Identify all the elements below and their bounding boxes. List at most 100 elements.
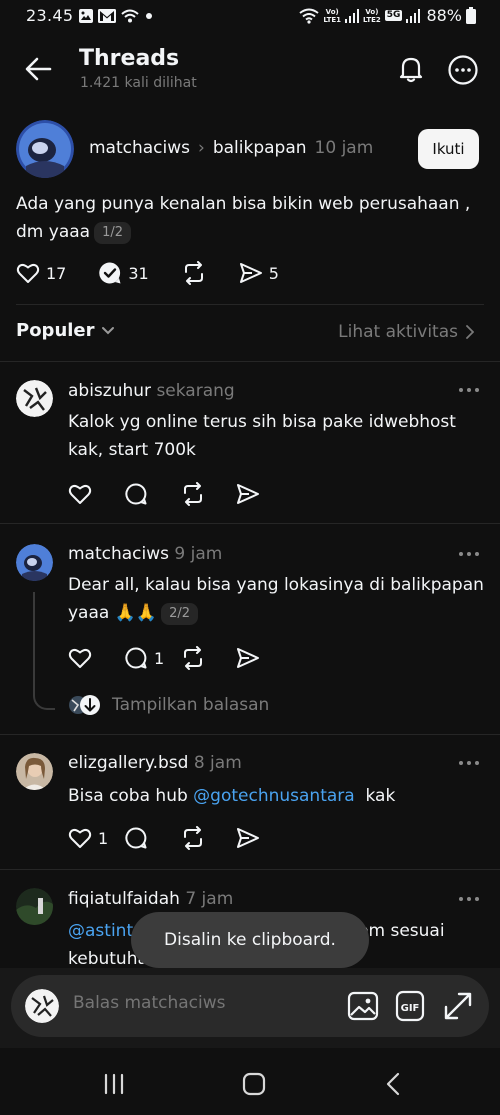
part-indicator: 1/2 — [94, 222, 131, 244]
gallery-icon — [78, 8, 94, 24]
image-icon[interactable] — [347, 991, 379, 1021]
wifi-icon — [299, 8, 319, 24]
comment-button[interactable] — [124, 826, 180, 850]
reply-username[interactable]: matchaciws — [68, 544, 169, 564]
like-button[interactable] — [68, 647, 124, 669]
reply-actions — [68, 482, 292, 506]
post-actions: 17 31 5 — [16, 261, 311, 285]
reply-username[interactable]: elizgallery.bsd — [68, 753, 188, 773]
repost-icon — [180, 646, 206, 670]
reply-time: 7 jam — [185, 889, 234, 909]
top-app-bar: Threads 1.421 kali dilihat — [0, 34, 500, 106]
share-count: 5 — [268, 263, 279, 283]
sort-label: Populer — [16, 320, 95, 341]
repost-icon — [180, 482, 206, 506]
reply-username[interactable]: fiqiatulfaidah — [68, 889, 180, 909]
post-text: Ada yang punya kenalan bisa bikin web pe… — [16, 194, 471, 242]
avatar — [25, 989, 59, 1023]
divider — [0, 734, 500, 735]
bell-icon[interactable] — [396, 54, 426, 84]
reply-button[interactable]: 31 — [98, 261, 149, 285]
avatar[interactable] — [16, 753, 53, 790]
gif-icon[interactable]: GIF — [395, 990, 425, 1022]
divider — [16, 304, 484, 305]
reply-text: Kalok yg online terus sih bisa pake idwe… — [68, 412, 456, 460]
repost-button[interactable] — [180, 482, 236, 506]
more-options-icon[interactable] — [457, 894, 481, 904]
reply-actions: 1 — [68, 826, 292, 850]
share-button[interactable] — [236, 483, 292, 505]
more-options-icon[interactable] — [457, 758, 481, 768]
repost-button[interactable] — [181, 261, 207, 285]
like-button[interactable] — [68, 483, 124, 505]
heart-icon — [68, 827, 92, 849]
status-bar: 23.45 Vo) LTE1 Vo) LTE2 5G 88% — [0, 0, 500, 34]
notification-dot-icon — [144, 11, 154, 21]
gmail-icon — [98, 9, 116, 23]
comment-count: 1 — [154, 648, 165, 668]
share-button[interactable] — [236, 647, 292, 669]
view-count: 1.421 kali dilihat — [80, 75, 197, 91]
sim1-label: Vo) LTE1 — [323, 7, 342, 24]
network-type-badge: 5G — [384, 10, 403, 21]
signal-icon — [345, 8, 360, 23]
comment-button[interactable] — [124, 482, 180, 506]
reply-avatars-icon — [68, 694, 102, 716]
more-options-icon[interactable] — [457, 385, 481, 395]
repost-icon — [180, 826, 206, 850]
more-options-icon[interactable] — [457, 549, 481, 559]
reply-body: Dear all, kalau bisa yang lokasinya di b… — [68, 571, 488, 627]
page-title: Threads — [79, 46, 180, 71]
sim2-label: Vo) LTE2 — [363, 7, 381, 24]
part-indicator: 2/2 — [161, 603, 198, 625]
back-nav-icon[interactable] — [380, 1072, 408, 1096]
reply-time: sekarang — [156, 381, 235, 401]
share-button[interactable] — [236, 827, 292, 849]
home-icon[interactable] — [240, 1072, 268, 1096]
sort-dropdown[interactable]: Populer — [16, 320, 115, 341]
show-replies-button[interactable]: Tampilkan balasan — [68, 694, 269, 716]
post-time: 10 jam — [314, 138, 374, 158]
avatar[interactable] — [16, 544, 53, 581]
avatar[interactable] — [16, 888, 53, 925]
recent-apps-icon[interactable] — [100, 1072, 128, 1096]
signal-icon — [406, 8, 421, 23]
post-location[interactable]: balikpapan — [213, 138, 307, 158]
post-username[interactable]: matchaciws — [89, 138, 190, 158]
chevron-right-icon: › — [198, 138, 205, 158]
avatar[interactable] — [16, 120, 74, 178]
reply-input[interactable] — [73, 993, 333, 1013]
thread-connector — [33, 592, 55, 710]
share-button[interactable]: 5 — [239, 262, 279, 284]
more-options-icon[interactable] — [447, 54, 479, 86]
avatar[interactable] — [16, 380, 53, 417]
repost-button[interactable] — [180, 826, 236, 850]
follow-button[interactable]: Ikuti — [418, 129, 479, 169]
reply-time: 9 jam — [174, 544, 223, 564]
send-icon — [236, 647, 260, 669]
reply-composer: GIF — [11, 975, 489, 1037]
view-activity-link[interactable]: Lihat aktivitas — [338, 322, 474, 342]
battery-icon — [466, 7, 476, 24]
divider — [0, 523, 500, 524]
send-icon — [239, 262, 263, 284]
wifi-calling-icon — [120, 8, 140, 24]
mention-link[interactable]: @gotechnusantara — [193, 786, 355, 806]
like-count: 1 — [98, 828, 109, 848]
chevron-down-icon — [101, 326, 115, 336]
comment-icon — [124, 482, 148, 506]
svg-text:GIF: GIF — [401, 1003, 420, 1014]
chevron-right-icon — [466, 325, 474, 339]
replied-comment-icon — [98, 261, 122, 285]
expand-icon[interactable] — [442, 990, 474, 1022]
clock: 23.45 — [26, 6, 74, 25]
reply-username[interactable]: abiszuhur — [68, 381, 151, 401]
like-button[interactable]: 1 — [68, 827, 124, 849]
comment-button[interactable]: 1 — [124, 646, 180, 670]
back-arrow-icon[interactable] — [24, 56, 54, 82]
repost-button[interactable] — [180, 646, 236, 670]
divider — [0, 361, 500, 362]
heart-icon — [68, 647, 92, 669]
like-button[interactable]: 17 — [16, 262, 66, 284]
send-icon — [236, 483, 260, 505]
